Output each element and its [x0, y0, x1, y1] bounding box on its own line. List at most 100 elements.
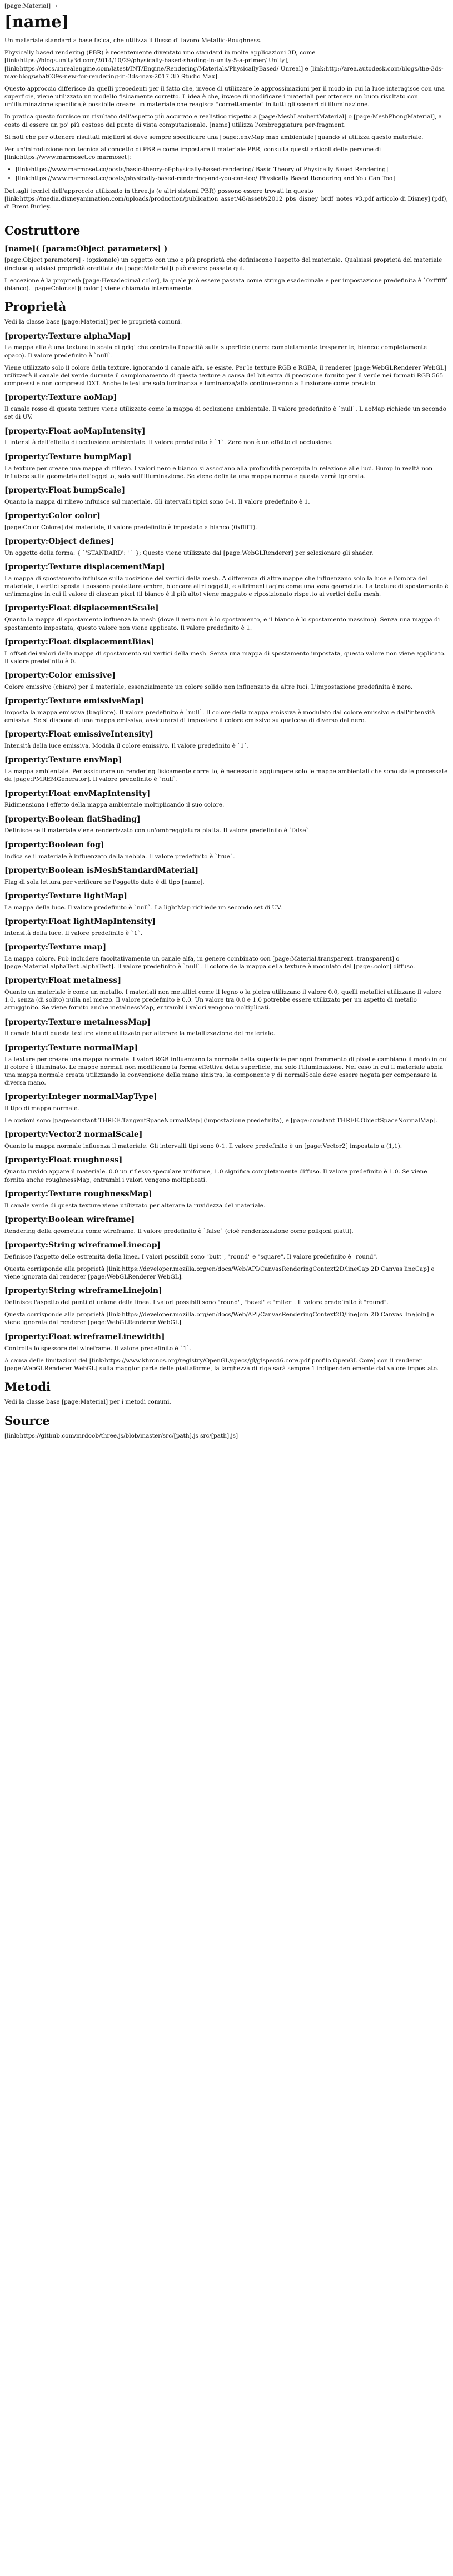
constructor-description: [page:Object parameters] - (opzionale) u…	[4, 257, 442, 272]
constructor-description: L'eccezione è la proprietà [page:Hexadec…	[4, 277, 449, 292]
property-name: [property:Boolean wireframe]	[4, 1215, 135, 1224]
property-name: [property:Color emissive]	[4, 670, 116, 680]
property-description: [page:Color Colore] del materiale, il va…	[4, 524, 257, 531]
intro-paragraph: Un materiale standard a base fisica, che…	[4, 37, 262, 44]
property-description: La mappa ambientale. Per assicurare un r…	[4, 768, 448, 783]
property-name: [property:Float aoMapIntensity]	[4, 426, 146, 436]
property-name: [property:Texture displacementMap]	[4, 563, 165, 572]
property-description: Questa corrisponde alla proprietà [link:…	[4, 1265, 435, 1281]
intro-paragraph: In pratica questo fornisce un risultato …	[4, 113, 442, 128]
property-name: [property:String wireframeLinejoin]	[4, 1286, 162, 1296]
property-name: [property:Texture map]	[4, 942, 107, 952]
property-name: [property:Texture metalnessMap]	[4, 1017, 151, 1027]
property-description: L'offset dei valori della mappa di spost…	[4, 650, 446, 665]
property-name: [property:Float roughness]	[4, 1156, 123, 1165]
intro-paragraph: Per un'introduzione non tecnica al conce…	[4, 146, 381, 161]
property-description: Definisce l'aspetto delle estremità dell…	[4, 1253, 378, 1260]
property-description: Questa corrisponde alla proprietà [link:…	[4, 1311, 434, 1326]
property-entry: [property:Boolean isMeshStandardMaterial…	[4, 866, 449, 886]
property-description: A causa delle limitazioni del [link:http…	[4, 1357, 439, 1372]
property-description: La texture per creare una mappa normale.…	[4, 1056, 449, 1087]
property-name: [property:Texture emissiveMap]	[4, 697, 144, 705]
property-description: Quanto la mappa normale influenza il mat…	[4, 1143, 402, 1150]
property-entry: [property:Texture roughnessMap] Il canale…	[4, 1189, 449, 1210]
property-name: [property:Vector2 normalScale]	[4, 1130, 143, 1140]
property-entry: [property:Texture aoMap] Il canale rosso …	[4, 392, 449, 421]
property-entry: [property:Texture displacementMap] La map…	[4, 562, 449, 598]
property-description: Il canale rosso di questa texture viene …	[4, 406, 446, 421]
property-entry: [property:Float aoMapIntensity] L'intensi…	[4, 426, 449, 447]
property-description: La mappa colore. Può includere facoltati…	[4, 955, 415, 970]
property-entry: [property:Float lightMapIntensity] Intens…	[4, 917, 449, 937]
property-entry: [property:Color color] [page:Color Colore…	[4, 511, 449, 531]
intro-paragraph: Physically based rendering (PBR) è recen…	[4, 49, 444, 80]
property-name: [property:Boolean isMeshStandardMaterial…	[4, 866, 198, 875]
property-name: [property:Texture lightMap]	[4, 891, 127, 901]
property-description: Imposta la mappa emissiva (bagliore). Il…	[4, 709, 435, 724]
constructor-signature: [name]( [param:Object parameters] )	[4, 244, 168, 253]
property-description: L'intensità dell'effetto di occlusione a…	[4, 439, 333, 446]
property-description: Intensità della luce emissiva. Modula il…	[4, 743, 249, 750]
property-description: Quanto la mappa di rilievo influisce sul…	[4, 498, 310, 505]
properties-heading: Proprietà	[4, 300, 67, 314]
property-name: [property:Float displacementScale]	[4, 604, 159, 613]
property-name: [property:Float bumpScale]	[4, 485, 126, 495]
property-entry: [property:Texture normalMap] La texture p…	[4, 1043, 449, 1087]
property-name: [property:Float metalness]	[4, 976, 122, 986]
property-entry: [property:Boolean wireframe] Rendering de…	[4, 1215, 449, 1235]
property-entry: [property:Float wireframeLinewidth] Contr…	[4, 1332, 449, 1372]
property-description: La texture per creare una mappa di rilie…	[4, 465, 433, 480]
property-description: Le opzioni sono [page:constant THREE.Tan…	[4, 1117, 438, 1125]
property-name: [property:Boolean fog]	[4, 840, 104, 849]
property-name: [property:Texture alphaMap]	[4, 331, 131, 341]
property-entry: [property:Texture metalnessMap] Il canale…	[4, 1017, 449, 1038]
property-name: [property:Texture roughnessMap]	[4, 1189, 152, 1199]
property-name: [property:Color color]	[4, 511, 101, 520]
property-name: [property:Texture normalMap]	[4, 1043, 138, 1052]
property-description: Ridimensiona l'effetto della mappa ambie…	[4, 802, 225, 809]
intro-paragraph: Dettagli tecnici dell'approccio utilizza…	[4, 187, 448, 210]
property-entry: [property:Texture envMap] La mappa ambien…	[4, 755, 449, 783]
property-description: Quanto la mappa di spostamento influenza…	[4, 616, 440, 631]
property-description: Quanto ruvido appare il materiale. 0.0 u…	[4, 1168, 427, 1183]
property-entry: [property:Float emissiveIntensity] Intens…	[4, 729, 449, 750]
properties-intro: Vedi la classe base [page:Material] per …	[4, 319, 182, 326]
property-entry: [property:Texture lightMap] La mappa dell…	[4, 891, 449, 912]
intro-paragraph: Si noti che per ottenere risultati migli…	[4, 133, 424, 141]
property-description: La mappa alfa è una texture in scala di …	[4, 344, 427, 359]
property-description: Colore emissivo (chiaro) per il material…	[4, 683, 413, 690]
document-page: [page:Material] → [name] Un materiale st…	[0, 0, 453, 1450]
property-entry: [property:Object defines] Un oggetto dell…	[4, 536, 449, 557]
property-name: [property:Float emissiveIntensity]	[4, 730, 153, 739]
property-description: Il canale verde di questa texture viene …	[4, 1202, 266, 1209]
property-name: [property:String wireframeLinecap]	[4, 1240, 161, 1250]
property-name: [property:Integer normalMapType]	[4, 1092, 157, 1102]
property-name: [property:Texture envMap]	[4, 755, 122, 765]
property-name: [property:Texture bumpMap]	[4, 452, 132, 461]
property-description: Un oggetto della forma: { `'STANDARD': '…	[4, 549, 374, 556]
article-link[interactable]: [link:https://www.marmoset.co/posts/basi…	[16, 166, 449, 173]
property-description: Quanto un materiale è come un metallo. I…	[4, 989, 442, 1012]
property-entry: [property:Texture emissiveMap] Imposta la…	[4, 696, 449, 724]
property-entry: [property:Float roughness] Quanto ruvido …	[4, 1155, 449, 1183]
property-entry: [property:Boolean fog] Indica se il mater…	[4, 840, 449, 861]
property-description: Controlla lo spessore del wireframe. Il …	[4, 1345, 192, 1352]
property-description: Definisce se il materiale viene renderiz…	[4, 827, 311, 834]
source-heading: Source	[4, 1413, 50, 1428]
page-title: [name]	[4, 12, 69, 32]
property-description: Indica se il materiale è influenzato dal…	[4, 853, 235, 860]
property-entry: [property:Texture map] La mappa colore. P…	[4, 942, 449, 971]
property-description: Rendering della geometria come wireframe…	[4, 1227, 354, 1235]
property-entry: [property:Float envMapIntensity] Ridimens…	[4, 789, 449, 809]
property-name: [property:Float displacementBias]	[4, 637, 155, 647]
methods-heading: Metodi	[4, 1380, 51, 1394]
properties-list: [property:Texture alphaMap] La mappa alfa…	[4, 331, 449, 1372]
property-description: La mappa di spostamento influisce sulla …	[4, 575, 449, 598]
property-entry: [property:Vector2 normalScale] Quanto la …	[4, 1130, 449, 1150]
property-name: [property:Object defines]	[4, 537, 115, 546]
property-entry: [property:Texture bumpMap] La texture per…	[4, 452, 449, 480]
breadcrumb[interactable]: [page:Material] →	[4, 2, 449, 10]
article-link[interactable]: [link:https://www.marmoset.co/posts/phys…	[16, 175, 449, 182]
property-name: [property:Float lightMapIntensity]	[4, 917, 156, 926]
source-link[interactable]: [link:https://github.com/mrdoob/three.js…	[4, 1432, 449, 1440]
